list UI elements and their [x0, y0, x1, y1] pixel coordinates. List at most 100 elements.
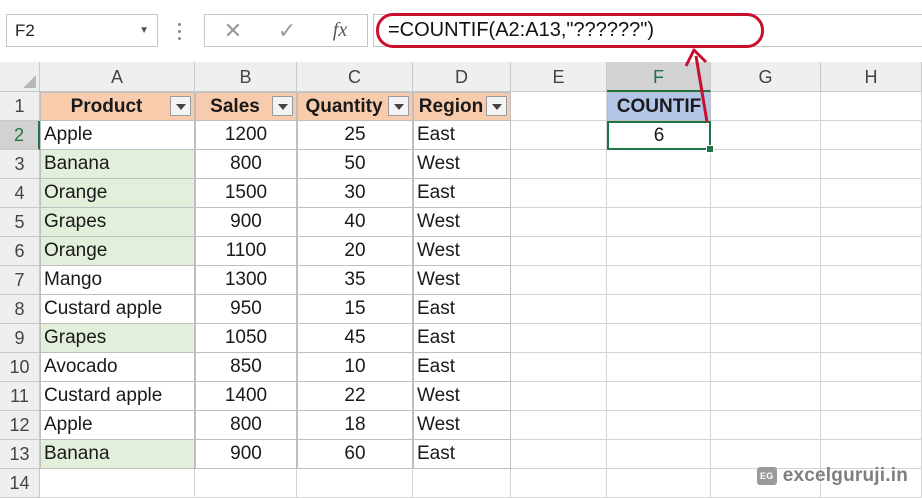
table-cell-region[interactable]: West: [413, 411, 511, 440]
grid-cell[interactable]: [511, 237, 607, 266]
table-cell-sales[interactable]: 950: [195, 295, 297, 324]
grid-cell[interactable]: [511, 411, 607, 440]
grid-cell[interactable]: [511, 469, 607, 498]
table-cell-quantity[interactable]: 60: [297, 440, 413, 469]
table-cell-sales[interactable]: 1400: [195, 382, 297, 411]
grid-cell[interactable]: [821, 266, 922, 295]
column-header-e[interactable]: E: [511, 62, 607, 92]
grid-cell[interactable]: [711, 179, 821, 208]
table-cell-product[interactable]: Grapes: [40, 324, 195, 353]
table-cell-region[interactable]: West: [413, 237, 511, 266]
grid-cell[interactable]: [511, 440, 607, 469]
grid-cell[interactable]: [511, 266, 607, 295]
row-header-6[interactable]: 6: [0, 237, 40, 266]
grid-cell[interactable]: [195, 469, 297, 498]
grid-cell[interactable]: [711, 208, 821, 237]
table-cell-product[interactable]: Apple: [40, 121, 195, 150]
table-cell-product[interactable]: Banana: [40, 440, 195, 469]
grid-cell[interactable]: [511, 295, 607, 324]
table-cell-product[interactable]: Mango: [40, 266, 195, 295]
grid-cell[interactable]: [821, 150, 922, 179]
row-header-1[interactable]: 1: [0, 92, 40, 121]
grid-cell[interactable]: [297, 469, 413, 498]
table-cell-quantity[interactable]: 50: [297, 150, 413, 179]
table-cell-product[interactable]: Orange: [40, 237, 195, 266]
spreadsheet-grid[interactable]: A B C D E F G H 1 2 3 4 5 6 7 8 9 10 11 12 13 14 Product Sales Q…: [0, 62, 922, 498]
grid-cell[interactable]: [821, 208, 922, 237]
grid-cell[interactable]: [607, 411, 711, 440]
filter-dropdown-icon[interactable]: [170, 96, 191, 116]
row-header-11[interactable]: 11: [0, 382, 40, 411]
filter-dropdown-icon[interactable]: [486, 96, 507, 116]
row-header-3[interactable]: 3: [0, 150, 40, 179]
grid-cell[interactable]: [511, 324, 607, 353]
grid-cell[interactable]: [711, 295, 821, 324]
table-cell-product[interactable]: Orange: [40, 179, 195, 208]
row-header-12[interactable]: 12: [0, 411, 40, 440]
grid-cell[interactable]: [511, 382, 607, 411]
row-header-14[interactable]: 14: [0, 469, 40, 498]
grid-cell[interactable]: [511, 92, 607, 121]
grid-cell[interactable]: [711, 92, 821, 121]
row-header-13[interactable]: 13: [0, 440, 40, 469]
grid-cell[interactable]: [821, 324, 922, 353]
grid-cell[interactable]: [511, 150, 607, 179]
filter-dropdown-icon[interactable]: [272, 96, 293, 116]
table-cell-quantity[interactable]: 20: [297, 237, 413, 266]
column-header-d[interactable]: D: [413, 62, 511, 92]
cancel-icon[interactable]: ✕: [213, 15, 253, 46]
grid-cell[interactable]: [607, 208, 711, 237]
table-cell-quantity[interactable]: 10: [297, 353, 413, 382]
column-header-h[interactable]: H: [821, 62, 922, 92]
table-cell-product[interactable]: Banana: [40, 150, 195, 179]
table-cell-sales[interactable]: 1500: [195, 179, 297, 208]
table-cell-sales[interactable]: 900: [195, 208, 297, 237]
table-cell-sales[interactable]: 1050: [195, 324, 297, 353]
table-cell-region[interactable]: West: [413, 266, 511, 295]
grid-cell[interactable]: [821, 92, 922, 121]
grid-cell[interactable]: [607, 266, 711, 295]
enter-icon[interactable]: ✓: [267, 15, 307, 46]
grid-cell[interactable]: [607, 150, 711, 179]
table-cell-sales[interactable]: 1300: [195, 266, 297, 295]
table-cell-quantity[interactable]: 25: [297, 121, 413, 150]
grid-cell[interactable]: [711, 382, 821, 411]
more-options-icon[interactable]: [175, 16, 183, 46]
grid-cell[interactable]: [511, 179, 607, 208]
grid-cell[interactable]: [821, 121, 922, 150]
table-cell-quantity[interactable]: 18: [297, 411, 413, 440]
grid-cell[interactable]: [40, 469, 195, 498]
table-cell-region[interactable]: West: [413, 150, 511, 179]
row-header-5[interactable]: 5: [0, 208, 40, 237]
table-cell-region[interactable]: East: [413, 295, 511, 324]
grid-cell[interactable]: [711, 411, 821, 440]
table-cell-product[interactable]: Custard apple: [40, 295, 195, 324]
select-all-button[interactable]: [0, 62, 40, 92]
filter-dropdown-icon[interactable]: [388, 96, 409, 116]
table-cell-sales[interactable]: 800: [195, 150, 297, 179]
table-cell-sales[interactable]: 900: [195, 440, 297, 469]
grid-cell[interactable]: [413, 469, 511, 498]
table-cell-region[interactable]: East: [413, 179, 511, 208]
table-cell-sales[interactable]: 1200: [195, 121, 297, 150]
grid-cell[interactable]: [821, 295, 922, 324]
grid-cell[interactable]: [511, 353, 607, 382]
column-header-g[interactable]: G: [711, 62, 821, 92]
grid-cell[interactable]: [711, 237, 821, 266]
column-header-f[interactable]: F: [607, 62, 711, 92]
table-cell-region[interactable]: East: [413, 121, 511, 150]
grid-cell[interactable]: [821, 382, 922, 411]
table-cell-quantity[interactable]: 45: [297, 324, 413, 353]
grid-cell[interactable]: [711, 121, 821, 150]
grid-cell[interactable]: [607, 237, 711, 266]
grid-cell[interactable]: [821, 237, 922, 266]
table-cell-quantity[interactable]: 35: [297, 266, 413, 295]
grid-cell[interactable]: [607, 295, 711, 324]
grid-cell[interactable]: [711, 324, 821, 353]
chevron-down-icon[interactable]: ▼: [139, 15, 149, 46]
name-box[interactable]: F2 ▼: [6, 14, 158, 47]
grid-cell[interactable]: [711, 353, 821, 382]
row-header-2[interactable]: 2: [0, 121, 40, 150]
table-cell-quantity[interactable]: 22: [297, 382, 413, 411]
countif-result-cell[interactable]: 6: [607, 121, 711, 150]
